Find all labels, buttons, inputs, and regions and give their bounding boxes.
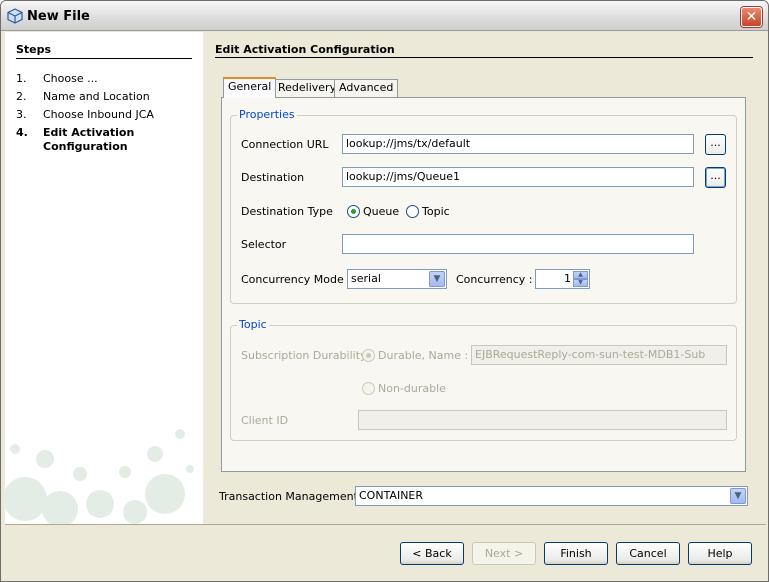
spin-up-icon[interactable]: ▲: [573, 271, 588, 279]
content-panel: Edit Activation Configuration General Re…: [203, 32, 766, 524]
tab-advanced[interactable]: Advanced: [334, 79, 399, 97]
cancel-button[interactable]: Cancel: [616, 542, 680, 565]
durable-radio[interactable]: [362, 349, 375, 362]
finish-button[interactable]: Finish: [544, 542, 608, 565]
queue-radio-label[interactable]: Queue: [363, 205, 399, 218]
durable-radio-label[interactable]: Durable, Name :: [378, 349, 468, 362]
destination-browse-button[interactable]: ...: [705, 167, 726, 188]
properties-group: Properties Connection URL lookup://jms/t…: [230, 108, 737, 304]
help-button[interactable]: Help: [688, 542, 752, 565]
spin-down-icon[interactable]: ▼: [573, 279, 588, 287]
step-label: Choose ...: [43, 72, 98, 85]
steps-divider: [16, 58, 192, 59]
steps-title: Steps: [16, 43, 52, 56]
selector-input[interactable]: [342, 234, 694, 254]
new-file-dialog: New File ✕ Steps 1. Choose ... 2. Name a…: [0, 0, 769, 582]
back-button[interactable]: < Back: [400, 542, 464, 565]
general-tab-pane: Properties Connection URL lookup://jms/t…: [221, 97, 746, 472]
tab-redelivery[interactable]: Redelivery: [273, 79, 342, 97]
decorative-bubbles: [5, 429, 194, 524]
selector-label: Selector: [241, 238, 287, 251]
destination-input[interactable]: lookup://jms/Queue1: [342, 167, 694, 187]
close-button[interactable]: ✕: [741, 7, 762, 27]
properties-group-title: Properties: [237, 108, 297, 121]
steps-panel: Steps 1. Choose ... 2. Name and Location…: [5, 32, 203, 524]
footer-divider: [5, 524, 766, 525]
step-label: Edit Activation: [43, 126, 135, 139]
chevron-down-icon[interactable]: ▼: [730, 488, 746, 504]
topic-radio[interactable]: [406, 205, 419, 218]
step-number: 3.: [16, 108, 27, 121]
concurrency-value: 1: [564, 272, 571, 285]
page-title-divider: [215, 57, 753, 58]
transaction-management-select[interactable]: CONTAINER ▼: [355, 486, 748, 506]
concurrency-label: Concurrency :: [456, 273, 533, 286]
non-durable-radio[interactable]: [362, 382, 375, 395]
concurrency-spinner[interactable]: 1 ▲ ▼: [535, 269, 590, 289]
step-label: Name and Location: [43, 90, 150, 103]
tab-general[interactable]: General: [223, 77, 277, 98]
chevron-down-icon[interactable]: ▼: [429, 271, 445, 287]
title-bar: New File ✕: [1, 1, 768, 31]
transaction-management-value: CONTAINER: [359, 489, 424, 502]
connection-url-browse-button[interactable]: ...: [705, 134, 726, 155]
topic-group-title: Topic: [237, 318, 269, 331]
queue-radio[interactable]: [347, 205, 360, 218]
concurrency-mode-select[interactable]: serial ▼: [347, 269, 447, 289]
step-number: 1.: [16, 72, 27, 85]
topic-radio-label[interactable]: Topic: [422, 205, 450, 218]
page-title: Edit Activation Configuration: [215, 43, 395, 56]
destination-type-label: Destination Type: [241, 205, 333, 218]
non-durable-radio-label[interactable]: Non-durable: [378, 382, 446, 395]
connection-url-label: Connection URL: [241, 138, 329, 151]
durable-name-input[interactable]: EJBRequestReply-com-sun-test-MDB1-Sub: [471, 345, 727, 365]
concurrency-mode-value: serial: [351, 272, 381, 285]
spinner-buttons[interactable]: ▲ ▼: [573, 271, 588, 287]
connection-url-input[interactable]: lookup://jms/tx/default: [342, 134, 694, 154]
concurrency-mode-label: Concurrency Mode: [241, 273, 344, 286]
destination-label: Destination: [241, 171, 305, 184]
client-id-input[interactable]: [358, 410, 727, 430]
step-number: 2.: [16, 90, 27, 103]
next-button[interactable]: Next >: [472, 542, 536, 565]
subscription-durability-label: Subscription Durability: [241, 349, 367, 362]
topic-group: Topic Subscription Durability Durable, N…: [230, 318, 737, 441]
step-label: Choose Inbound JCA: [43, 108, 154, 121]
client-id-label: Client ID: [241, 414, 289, 427]
transaction-management-label: Transaction Management:: [219, 490, 362, 503]
close-icon: ✕: [745, 9, 758, 25]
step-number: 4.: [16, 126, 28, 139]
cube-icon: [7, 8, 23, 24]
window-title: New File: [27, 9, 90, 24]
step-label: Configuration: [43, 140, 128, 153]
